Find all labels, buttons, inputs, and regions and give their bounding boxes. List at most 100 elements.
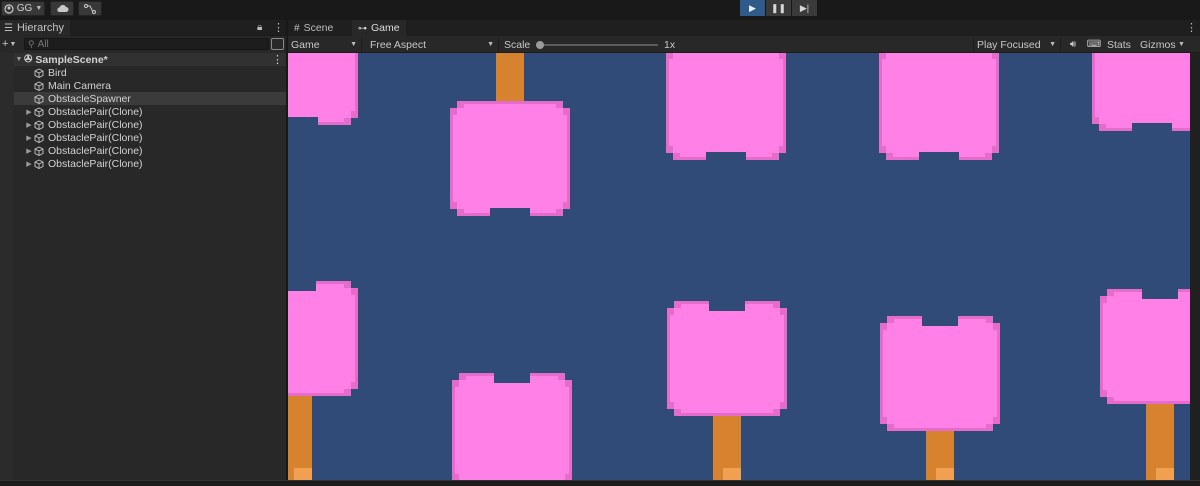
hierarchy-item-label: ObstaclePair(Clone) [48, 144, 143, 157]
gameobject-cube-icon [34, 119, 44, 130]
chevron-down-icon: ▼ [9, 40, 17, 48]
scale-value: 1x [664, 38, 676, 51]
game-view-controls: Game ▼ Free Aspect ▼ Scale 1x Play Focus… [288, 36, 1200, 53]
version-control-icon [84, 3, 96, 14]
gameobject-cube-icon [34, 80, 44, 91]
gameobject-cube-icon [34, 132, 44, 143]
gameobject-cube-icon [34, 93, 44, 104]
hierarchy-item[interactable]: ▶ ObstaclePair(Clone) [14, 157, 286, 170]
tab-scene-label: Scene [303, 22, 334, 34]
hierarchy-search-input[interactable]: ⚲ All [24, 38, 269, 50]
lock-icon[interactable]: 🔒︎ [257, 22, 262, 33]
display-dropdown[interactable]: Game ▼ [288, 37, 362, 52]
scale-slider-handle[interactable] [536, 41, 544, 49]
hierarchy-item[interactable]: Bird [14, 66, 286, 79]
play-mode-value: Play Focused [977, 38, 1041, 51]
hierarchy-item-label: ObstaclePair(Clone) [48, 157, 143, 170]
stats-button[interactable]: Stats [1107, 37, 1137, 52]
hierarchy-item-label: Bird [48, 66, 67, 79]
tab-hierarchy[interactable]: ☰ Hierarchy [0, 20, 70, 36]
foldout-collapsed-icon[interactable]: ▶ [24, 147, 34, 155]
hierarchy-item-label: ObstaclePair(Clone) [48, 105, 143, 118]
account-dropdown[interactable]: GG ▼ [1, 1, 45, 16]
scene-row[interactable]: ▼ ✇ SampleScene* ⋮ [14, 53, 286, 66]
gameobject-cube-icon [34, 67, 44, 78]
gamepad-icon: ⊶ [358, 22, 367, 33]
foldout-collapsed-icon[interactable]: ▶ [24, 134, 34, 142]
foldout-collapsed-icon[interactable]: ▶ [24, 121, 34, 129]
play-icon: ▶ [749, 2, 756, 13]
hierarchy-item-label: Main Camera [48, 79, 112, 92]
hierarchy-item[interactable]: ▶ ObstaclePair(Clone) [14, 131, 286, 144]
status-bar [0, 480, 1200, 486]
chevron-down-icon: ▼ [35, 5, 43, 12]
hierarchy-tree: ▼ ✇ SampleScene* ⋮ Bird Main Camera Obstac… [14, 53, 286, 486]
tab-scene[interactable]: # Scene [288, 20, 339, 36]
hierarchy-item[interactable]: ▶ ObstaclePair(Clone) [14, 105, 286, 118]
keyboard-shortcuts-button[interactable]: ⌨ [1086, 37, 1102, 52]
more-options-icon[interactable]: ⋮ [273, 21, 284, 34]
obstacle-top [288, 53, 358, 125]
create-button[interactable]: + ▼ [2, 38, 22, 50]
chevron-down-icon: ▼ [487, 41, 494, 48]
play-button[interactable]: ▶ [740, 0, 765, 16]
scene-options-icon[interactable]: ⋮ [272, 53, 283, 66]
step-button[interactable]: ▶| [792, 0, 817, 16]
scale-label: Scale [504, 38, 531, 51]
pause-button[interactable]: ❚❚ [766, 0, 791, 16]
keyboard-icon: ⌨ [1086, 39, 1102, 50]
hierarchy-item-label: ObstaclePair(Clone) [48, 131, 143, 144]
foldout-collapsed-icon[interactable]: ▶ [24, 108, 34, 116]
aspect-dropdown-value: Free Aspect [370, 38, 427, 51]
chevron-down-icon: ▼ [1049, 41, 1056, 48]
chevron-down-icon: ▼ [350, 41, 357, 48]
gameobject-cube-icon [34, 106, 44, 117]
plus-icon: + [2, 38, 9, 50]
more-options-icon[interactable]: ⋮ [1186, 21, 1197, 34]
search-icon: ⚲ [28, 38, 35, 49]
gameobject-cube-icon [34, 145, 44, 156]
unity-scene-icon: ✇ [24, 54, 33, 65]
cloud-icon [56, 5, 68, 12]
search-placeholder: All [37, 38, 49, 50]
gizmos-button[interactable]: Gizmos [1140, 37, 1176, 52]
tab-game[interactable]: ⊶ Game [352, 20, 406, 36]
hierarchy-list-icon: ☰ [4, 22, 13, 34]
game-tabbar: # Scene ⊶ Game ⋮ [288, 20, 1200, 36]
hierarchy-item[interactable]: ▶ ObstaclePair(Clone) [14, 144, 286, 157]
mute-audio-button[interactable]: 🔊︎ [1065, 37, 1081, 52]
scale-slider-track[interactable] [540, 44, 658, 46]
foldout-collapsed-icon[interactable]: ▶ [24, 160, 34, 168]
grid-icon: # [294, 22, 300, 34]
account-label: GG [16, 3, 33, 14]
version-control-button[interactable] [78, 1, 102, 16]
hierarchy-item[interactable]: ObstacleSpawner [14, 92, 286, 105]
gizmos-dropdown[interactable]: ▼ [1178, 37, 1192, 52]
obstacle-bottom [452, 373, 572, 486]
hierarchy-item-label: ObstaclePair(Clone) [48, 118, 143, 131]
gameobject-cube-icon [34, 158, 44, 169]
hierarchy-item[interactable]: ▶ ObstaclePair(Clone) [14, 118, 286, 131]
obstacle-top [879, 53, 999, 160]
search-by-type-button[interactable] [271, 38, 284, 50]
play-mode-dropdown[interactable]: Play Focused ▼ [973, 37, 1061, 52]
speaker-icon: 🔊︎ [1069, 39, 1077, 50]
step-icon: ▶| [799, 2, 810, 13]
play-controls: ▶ ❚❚ ▶| [740, 0, 818, 16]
main-toolbar: GG ▼ ▶ ❚❚ ▶| [0, 0, 1200, 18]
display-dropdown-value: Game [291, 38, 320, 51]
hierarchy-gutter [0, 53, 14, 486]
hierarchy-panel: ☰ Hierarchy 🔒︎ ⋮ + ▼ ⚲ All ▼ ✇ SampleScen… [0, 20, 286, 486]
obstacle-top [666, 53, 786, 160]
hierarchy-item[interactable]: Main Camera [14, 79, 286, 92]
hierarchy-tab-label: Hierarchy [16, 22, 65, 34]
scene-name: SampleScene* [35, 53, 108, 66]
hierarchy-tabbar: ☰ Hierarchy 🔒︎ ⋮ [0, 20, 286, 36]
cloud-button[interactable] [50, 1, 74, 16]
hierarchy-item-label: ObstacleSpawner [48, 92, 131, 105]
game-viewport[interactable] [288, 53, 1190, 486]
foldout-expanded-icon[interactable]: ▼ [14, 56, 24, 63]
account-icon [4, 3, 14, 14]
chevron-down-icon: ▼ [1178, 41, 1185, 48]
aspect-dropdown[interactable]: Free Aspect ▼ [367, 37, 499, 52]
